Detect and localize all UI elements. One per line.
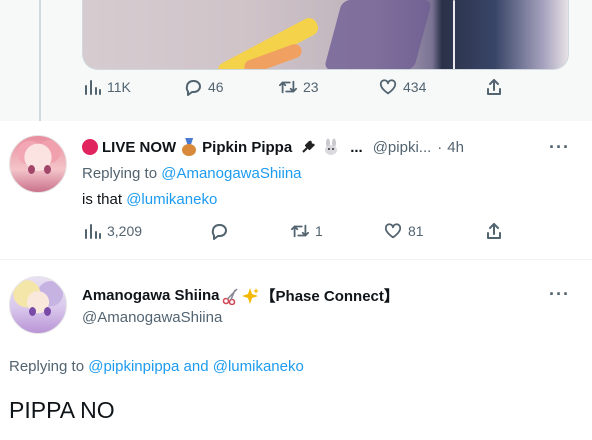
replying-to-label: Replying to bbox=[9, 358, 85, 375]
views-button[interactable]: 3,209 bbox=[83, 222, 142, 240]
tweet-body-mention[interactable]: @lumikaneko bbox=[126, 191, 217, 208]
more-options-icon[interactable]: ··· bbox=[549, 137, 570, 158]
handle[interactable]: @pipki... bbox=[373, 139, 432, 156]
retweet-count: 1 bbox=[315, 223, 323, 239]
share-icon bbox=[487, 79, 501, 95]
like-count: 81 bbox=[408, 223, 424, 239]
name-ellipsis: ... bbox=[350, 138, 363, 156]
reply-tweet[interactable]: LIVE NOW Pipkin Pippa ... @pipki... · 4h… bbox=[0, 121, 592, 260]
replying-to-mention[interactable]: @AmanogawaShiina bbox=[161, 165, 301, 182]
thread-line bbox=[39, 0, 41, 121]
reply-count: 46 bbox=[208, 79, 224, 95]
retweet-icon bbox=[291, 224, 309, 238]
heart-icon bbox=[384, 223, 402, 239]
views-count: 3,209 bbox=[107, 223, 143, 239]
tweet-header: LIVE NOW Pipkin Pippa ... @pipki... · 4h bbox=[82, 138, 464, 156]
retweet-button[interactable]: 23 bbox=[279, 78, 319, 96]
tweet-header: Amanogawa Shiina 【Phase Connect】 bbox=[82, 285, 399, 306]
replying-to-mention-2[interactable]: @lumikaneko bbox=[213, 358, 304, 375]
bunny-icon bbox=[325, 138, 338, 155]
share-button[interactable] bbox=[485, 222, 503, 240]
previous-tweet-footer: 11K 46 23 434 bbox=[0, 0, 592, 121]
reply-icon bbox=[211, 224, 227, 240]
replying-to-label: Replying to bbox=[82, 165, 158, 182]
tweet-media-image[interactable] bbox=[82, 0, 569, 70]
scissors-icon bbox=[222, 287, 238, 305]
handle[interactable]: @AmanogawaShiina bbox=[82, 309, 222, 326]
views-button[interactable]: 11K bbox=[83, 78, 131, 96]
live-label: LIVE NOW bbox=[102, 138, 177, 156]
replying-to-line: Replying to @AmanogawaShiina bbox=[82, 165, 302, 182]
display-name[interactable]: Amanogawa Shiina bbox=[82, 287, 220, 304]
focused-tweet: Amanogawa Shiina 【Phase Connect】 @Amanog… bbox=[0, 260, 592, 440]
replying-to-mention-1[interactable]: @pipkinpippa bbox=[88, 358, 179, 375]
more-options-icon[interactable]: ··· bbox=[549, 284, 570, 305]
share-icon bbox=[487, 223, 501, 239]
plug-icon bbox=[302, 140, 316, 153]
views-count: 11K bbox=[107, 79, 131, 95]
views-icon bbox=[85, 80, 101, 95]
retweet-icon bbox=[279, 80, 297, 94]
medal-icon bbox=[182, 138, 197, 156]
views-icon bbox=[85, 224, 101, 239]
replying-to-line: Replying to @pipkinpippa and @lumikaneko bbox=[9, 358, 304, 375]
display-name[interactable]: Pipkin Pippa bbox=[202, 139, 292, 156]
reply-button[interactable]: 46 bbox=[184, 78, 224, 96]
like-count: 434 bbox=[403, 79, 427, 95]
display-name-suffix: 【Phase Connect】 bbox=[260, 288, 399, 305]
reply-icon bbox=[185, 80, 201, 96]
retweet-button[interactable]: 1 bbox=[291, 222, 323, 240]
heart-icon bbox=[379, 79, 397, 95]
timestamp[interactable]: 4h bbox=[447, 139, 464, 156]
avatar[interactable] bbox=[9, 135, 67, 193]
like-button[interactable]: 434 bbox=[379, 78, 426, 96]
live-dot-icon bbox=[82, 139, 98, 155]
sparkles-icon bbox=[241, 287, 259, 304]
tweet-body-text: PIPPA NO bbox=[9, 397, 115, 423]
avatar[interactable] bbox=[9, 276, 67, 334]
separator: · bbox=[437, 138, 443, 156]
tweet-body-text: is that bbox=[82, 191, 123, 208]
like-button[interactable]: 81 bbox=[384, 222, 424, 240]
tweet-body: is that @lumikaneko bbox=[82, 191, 217, 208]
retweet-count: 23 bbox=[303, 79, 319, 95]
reply-button[interactable] bbox=[210, 222, 228, 240]
replying-to-and: and bbox=[183, 358, 209, 375]
share-button[interactable] bbox=[485, 78, 503, 96]
